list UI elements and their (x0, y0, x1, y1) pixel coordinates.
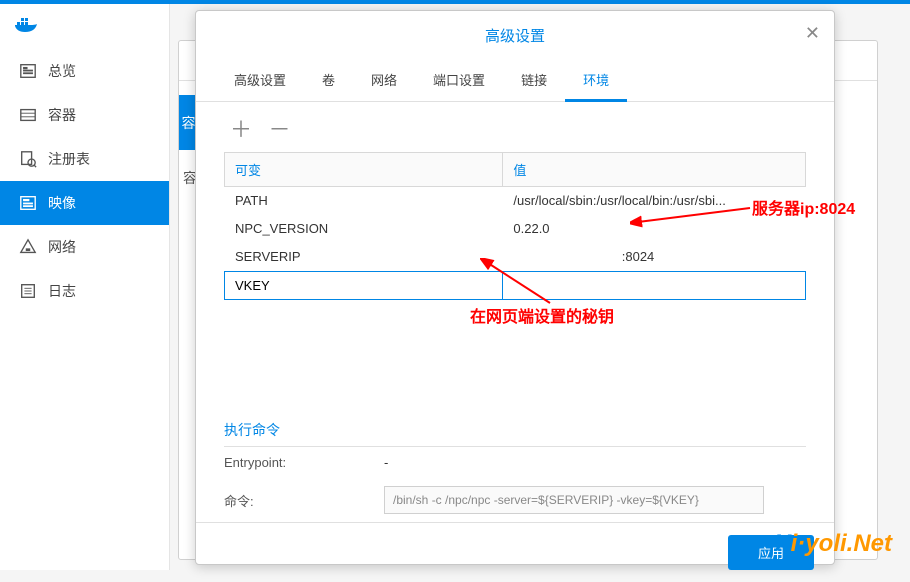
tabs: 高级设置 卷 网络 端口设置 链接 环境 (196, 60, 834, 102)
registry-icon (18, 149, 38, 169)
sidebar-item-label: 映像 (48, 193, 76, 213)
container-icon (18, 105, 38, 125)
overview-icon (18, 61, 38, 81)
log-icon (18, 281, 38, 301)
image-icon (18, 193, 38, 213)
remove-button[interactable]: － (262, 117, 296, 142)
sidebar-item-log[interactable]: 日志 (0, 269, 169, 313)
advanced-settings-modal: 高级设置 ✕ 高级设置 卷 网络 端口设置 链接 环境 ＋ － 可变 值 PAT… (195, 10, 835, 565)
sidebar: 总览 容器 注册表 映像 网络 日志 (0, 4, 170, 570)
docker-logo (0, 4, 169, 49)
entrypoint-value: - (384, 455, 388, 470)
tab-port[interactable]: 端口设置 (415, 60, 503, 101)
header-variable[interactable]: 可变 (225, 153, 503, 186)
env-toolbar: ＋ － (196, 102, 834, 152)
apply-button[interactable]: 应用 (728, 535, 814, 570)
exec-section-title: 执行命令 (224, 420, 806, 447)
sidebar-item-label: 网络 (48, 237, 76, 257)
sidebar-item-registry[interactable]: 注册表 (0, 137, 169, 181)
env-table: 可变 值 PATH /usr/local/sbin:/usr/local/bin… (196, 152, 834, 300)
tab-link[interactable]: 链接 (503, 60, 565, 101)
table-row[interactable]: PATH /usr/local/sbin:/usr/local/bin:/usr… (224, 187, 806, 215)
sidebar-item-container[interactable]: 容器 (0, 93, 169, 137)
entrypoint-label: Entrypoint: (224, 455, 384, 470)
sidebar-item-image[interactable]: 映像 (0, 181, 169, 225)
sidebar-item-overview[interactable]: 总览 (0, 49, 169, 93)
tab-env[interactable]: 环境 (565, 60, 627, 102)
add-button[interactable]: ＋ (224, 117, 258, 142)
env-key-input[interactable] (235, 278, 492, 293)
sidebar-item-network[interactable]: 网络 (0, 225, 169, 269)
table-row[interactable]: SERVERIP :8024 (224, 243, 806, 271)
tab-advanced[interactable]: 高级设置 (216, 60, 304, 101)
sidebar-item-label: 注册表 (48, 149, 90, 169)
tab-volume[interactable]: 卷 (304, 60, 353, 101)
network-icon (18, 237, 38, 257)
sidebar-item-label: 日志 (48, 281, 76, 301)
table-row-selected[interactable] (224, 271, 806, 300)
header-value[interactable]: 值 (503, 153, 805, 186)
close-icon[interactable]: ✕ (805, 23, 820, 44)
cmd-input[interactable] (384, 486, 764, 514)
tab-network[interactable]: 网络 (353, 60, 415, 101)
sidebar-item-label: 总览 (48, 61, 76, 81)
table-row[interactable]: NPC_VERSION 0.22.0 (224, 215, 806, 243)
cmd-label: 命令: (224, 491, 384, 510)
modal-title: 高级设置 ✕ (196, 11, 834, 56)
env-val-input[interactable] (513, 278, 795, 293)
sidebar-item-label: 容器 (48, 105, 76, 125)
